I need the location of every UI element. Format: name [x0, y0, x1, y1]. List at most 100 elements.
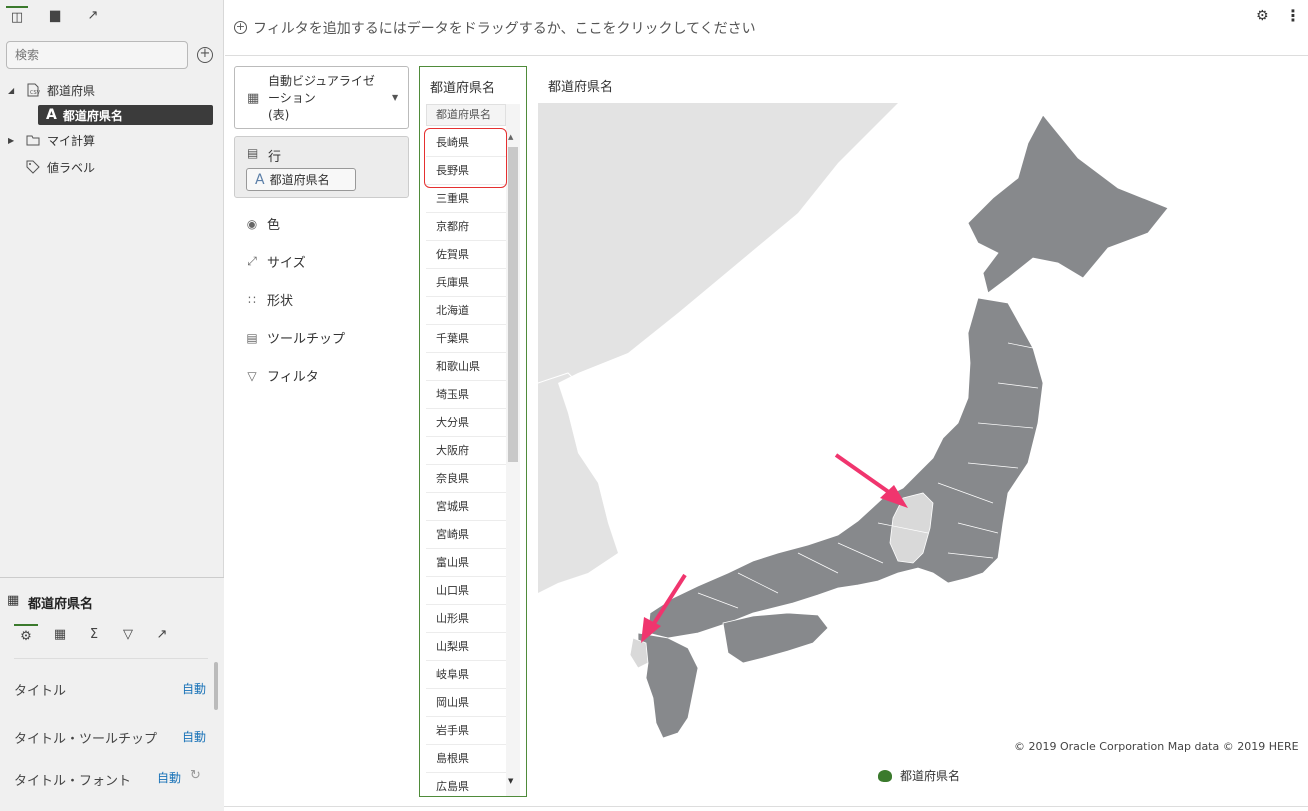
- dataset-icon: CSV: [27, 83, 40, 97]
- tree-item-label: 都道府県名: [62, 108, 123, 123]
- viz-type-dropdown[interactable]: ▦ 自動ビジュアライゼ ーション (表) ▼: [234, 66, 409, 129]
- table-row[interactable]: 大阪府: [426, 437, 506, 465]
- rows-pill-label: 都道府県名: [269, 173, 330, 187]
- collapse-triangle-icon[interactable]: ◢: [8, 86, 18, 95]
- scroll-down-icon[interactable]: ▼: [508, 777, 513, 785]
- data-tab-icon[interactable]: ◫: [6, 6, 28, 26]
- data-panel: ◫ ▆ ↗ + ◢ CSV 都道府県 A 都道府県名 ▶ マイ計算 値ラベル ▦…: [0, 0, 224, 811]
- table-row[interactable]: 岐阜県: [426, 661, 506, 689]
- sigma-icon[interactable]: Σ: [82, 624, 106, 646]
- table-row[interactable]: 大分県: [426, 409, 506, 437]
- annotation-highlight-box: [424, 128, 507, 188]
- folder-icon: [26, 135, 40, 146]
- shape-icon: ∷: [248, 292, 256, 307]
- tree-item-attribute-selected[interactable]: A 都道府県名: [38, 105, 213, 125]
- prop-title-value[interactable]: 自動: [182, 680, 206, 697]
- values-table-icon[interactable]: ▦: [48, 624, 72, 646]
- grammar-item-label: フィルタ: [267, 370, 319, 385]
- map-viz-title: 都道府県名: [548, 80, 614, 95]
- reset-icon[interactable]: ↻: [190, 768, 201, 783]
- grammar-size[interactable]: ⤢ サイズ: [245, 252, 306, 271]
- table-row[interactable]: 岡山県: [426, 689, 506, 717]
- visualizations-tab-icon[interactable]: ▆: [44, 6, 66, 26]
- honshu-shape: [647, 297, 1044, 639]
- table-row[interactable]: 和歌山県: [426, 353, 506, 381]
- hokkaido-shape: [967, 114, 1169, 294]
- filter-bar[interactable]: + フィルタを追加するにはデータをドラッグするか、ここをクリックしてください ⚙…: [225, 0, 1308, 56]
- table-icon: ▦: [7, 593, 20, 608]
- annotation-arrow-nagano: [834, 453, 908, 508]
- analytics-icon[interactable]: ↗: [150, 624, 174, 646]
- chevron-down-icon: ▼: [392, 93, 399, 102]
- table-row[interactable]: 山梨県: [426, 633, 506, 661]
- kyushu-shape: [637, 632, 699, 739]
- analytics-tab-icon[interactable]: ↗: [82, 6, 104, 26]
- filter-bar-placeholder[interactable]: フィルタを追加するにはデータをドラッグするか、ここをクリックしてください: [253, 18, 756, 38]
- filter-icon[interactable]: ▽: [116, 624, 140, 646]
- search-input[interactable]: [6, 41, 188, 69]
- table-row[interactable]: 山口県: [426, 577, 506, 605]
- attribute-A-icon: A: [255, 171, 265, 188]
- grammar-item-label: サイズ: [267, 256, 306, 271]
- table-rows: 長崎県 長野県 三重県 京都府 佐賀県 兵庫県 北海道 千葉県 和歌山県 埼玉県 大分県 大阪府 奈良県…: [426, 129, 506, 796]
- table-row[interactable]: 広島県: [426, 773, 506, 796]
- table-row[interactable]: 埼玉県: [426, 381, 506, 409]
- add-data-icon[interactable]: +: [197, 47, 213, 63]
- expand-triangle-icon[interactable]: ▶: [8, 136, 18, 145]
- tree-item-label: 都道府県: [47, 83, 96, 98]
- more-menu-icon[interactable]: ⋮: [1285, 6, 1301, 25]
- attribute-A-icon: A: [46, 107, 57, 123]
- japan-map[interactable]: [538, 103, 1308, 763]
- table-row[interactable]: 宮崎県: [426, 521, 506, 549]
- scroll-up-icon[interactable]: ▲: [508, 133, 513, 141]
- continent-shape: [538, 103, 898, 593]
- tree-item-my-calculations[interactable]: ▶ マイ計算: [0, 129, 95, 151]
- grammar-filter[interactable]: ▽ フィルタ: [245, 366, 319, 386]
- table-row[interactable]: 三重県: [426, 185, 506, 213]
- table-row[interactable]: 北海道: [426, 297, 506, 325]
- table-row[interactable]: 島根県: [426, 745, 506, 773]
- table-row[interactable]: 富山県: [426, 549, 506, 577]
- grammar-item-label: 色: [267, 218, 281, 233]
- properties-scrollbar[interactable]: [214, 662, 218, 710]
- table-row[interactable]: 兵庫県: [426, 269, 506, 297]
- rows-drop-zone[interactable]: ▤ 行 A 都道府県名: [234, 136, 409, 198]
- prop-title-tooltip-value[interactable]: 自動: [182, 728, 206, 745]
- add-filter-icon[interactable]: +: [234, 21, 247, 34]
- grammar-tooltip[interactable]: ▤ ツールチップ: [245, 328, 346, 348]
- divider: [224, 806, 1308, 807]
- table-row[interactable]: 宮城県: [426, 493, 506, 521]
- map-copyright: © 2019 Oracle Corporation Map data © 201…: [1014, 740, 1299, 753]
- table-row[interactable]: 京都府: [426, 213, 506, 241]
- properties-tabs: ⚙ ▦ Σ ▽ ↗: [14, 624, 174, 646]
- column-header[interactable]: 都道府県名: [426, 104, 506, 126]
- grammar-item-label: ツールチップ: [267, 332, 346, 347]
- prop-title-font-value[interactable]: 自動: [157, 769, 181, 786]
- grammar-color[interactable]: ◉ 色: [245, 214, 281, 234]
- grammar-shape[interactable]: ∷ 形状: [245, 290, 294, 310]
- tree-item-label: マイ計算: [47, 133, 96, 148]
- viz-type-label: 自動ビジュアライゼ ーション (表): [268, 74, 375, 122]
- table-icon: ▦: [247, 91, 260, 106]
- table-viz-title: 都道府県名: [430, 81, 496, 96]
- table-row[interactable]: 千葉県: [426, 325, 506, 353]
- tag-icon: [26, 160, 40, 174]
- tree-item-value-labels[interactable]: 値ラベル: [18, 156, 95, 178]
- prop-title-tooltip-label: タイトル・ツールチップ: [14, 732, 158, 747]
- general-settings-icon[interactable]: ⚙: [14, 624, 38, 646]
- grammar-item-label: 形状: [267, 294, 294, 309]
- map-visualization[interactable]: [538, 103, 1308, 763]
- table-row[interactable]: 山形県: [426, 605, 506, 633]
- legend-swatch: [878, 769, 892, 782]
- table-row[interactable]: 佐賀県: [426, 241, 506, 269]
- rows-pill[interactable]: A 都道府県名: [246, 168, 356, 191]
- table-row[interactable]: 岩手県: [426, 717, 506, 745]
- tooltip-icon: ▤: [246, 330, 258, 345]
- properties-panel: ▦ 都道府県名 ⚙ ▦ Σ ▽ ↗ タイトル 自動 タイトル・ツールチップ 自動…: [0, 577, 224, 811]
- table-scrollbar-thumb[interactable]: [508, 147, 518, 462]
- tree-item-dataset[interactable]: ◢ CSV 都道府県: [0, 79, 95, 101]
- settings-icon[interactable]: ⚙: [1256, 8, 1269, 24]
- palette-icon: ◉: [246, 216, 258, 231]
- resize-icon: ⤢: [247, 254, 257, 268]
- table-row[interactable]: 奈良県: [426, 465, 506, 493]
